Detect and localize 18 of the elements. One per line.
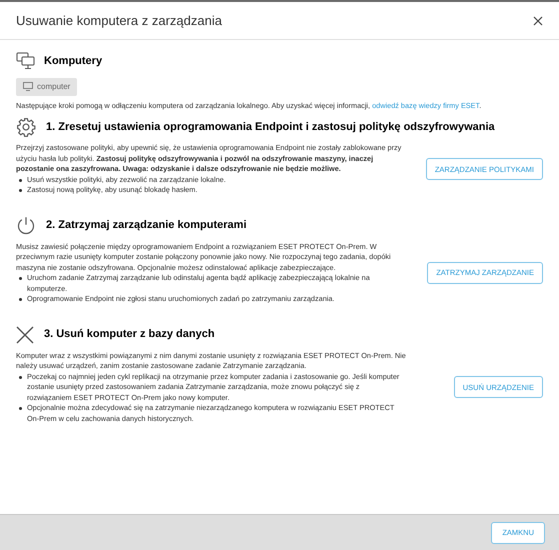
window-title: Usuwanie komputera z zarządzania (16, 12, 222, 30)
section-heading: Komputery (44, 54, 102, 69)
cross-icon (16, 326, 34, 344)
step-heading: 1. Zresetuj ustawienia oprogramowania Endpoint i zastosuj politykę odszyfrowywania (46, 120, 495, 135)
bullet-icon (19, 376, 22, 378)
computer-chip: computer (16, 78, 78, 96)
bullet-icon (19, 189, 22, 192)
monitor-icon (23, 82, 33, 91)
close-icon[interactable] (533, 16, 543, 26)
gear-icon (16, 117, 36, 137)
step-heading: 2. Zatrzymaj zarządzanie komputerami (46, 218, 247, 234)
computers-icon (16, 52, 36, 70)
power-icon (16, 216, 36, 236)
bullet-icon (19, 277, 22, 280)
bullet-icon (19, 298, 22, 301)
bullet-icon (19, 407, 22, 410)
bullet-icon (19, 178, 22, 182)
step-heading: 3. Usuń komputer z bazy danych (44, 327, 215, 342)
